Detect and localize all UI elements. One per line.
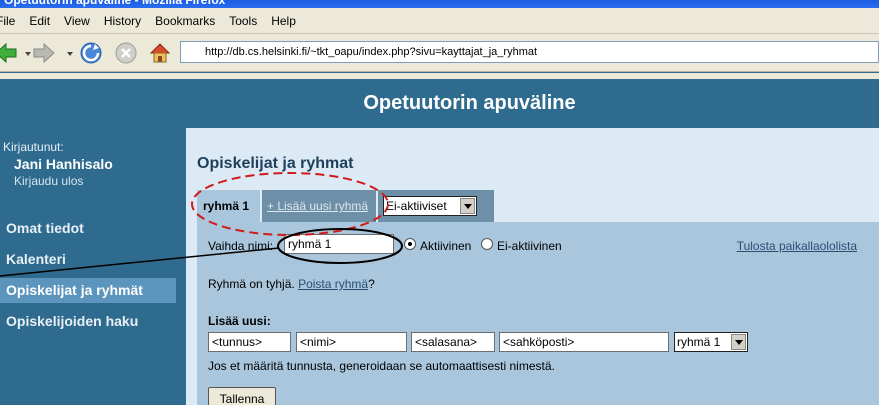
add-group-tab[interactable]: + Lisää uusi ryhmä <box>260 190 376 222</box>
group-name-input[interactable]: ryhmä 1 <box>284 234 394 254</box>
username-hint: Jos et määritä tunnusta, generoidaan se … <box>208 359 555 373</box>
browser-window: Opetuutorin apuväline - Mozilla Firefox … <box>0 0 879 405</box>
logged-in-label: Kirjautunut: <box>3 140 64 154</box>
inactive-groups-select[interactable]: Ei-aktiiviset <box>383 196 477 216</box>
menu-edit[interactable]: Edit <box>29 14 50 28</box>
delete-group-link[interactable]: Poista ryhmä <box>298 277 368 291</box>
username-field[interactable]: <tunnus> <box>208 332 291 352</box>
menu-bookmarks[interactable]: Bookmarks <box>155 14 215 28</box>
save-button[interactable]: Tallenna <box>208 387 276 405</box>
group-panel: Vaihda nimi: ryhmä 1 Aktiivinen Ei-aktii… <box>197 222 879 405</box>
sidebar-item-omat-tiedot[interactable]: Omat tiedot <box>0 216 176 241</box>
new-student-group-value: ryhmä 1 <box>677 335 721 349</box>
inactive-radio[interactable] <box>481 238 493 250</box>
sidebar: Kirjautunut: Jani Hanhisalo Kirjaudu ulo… <box>0 128 186 405</box>
page-title: Opiskelijat ja ryhmat <box>197 155 354 172</box>
chevron-down-icon <box>731 334 746 350</box>
empty-group-message: Ryhmä on tyhjä. <box>208 277 295 291</box>
new-student-group-select[interactable]: ryhmä 1 <box>674 332 748 352</box>
active-radio-label: Aktiivinen <box>420 239 472 253</box>
tab-group-1[interactable]: ryhmä 1 <box>197 190 260 222</box>
add-new-label: Lisää uusi: <box>208 314 271 328</box>
forward-arrow-icon[interactable] <box>32 41 56 65</box>
menu-help[interactable]: Help <box>271 14 296 28</box>
user-name: Jani Hanhisalo <box>14 156 113 172</box>
logout-link[interactable]: Kirjaudu ulos <box>14 174 83 188</box>
name-field[interactable]: <nimi> <box>296 332 407 352</box>
password-field[interactable]: <salasana> <box>411 332 495 352</box>
main-content: Opiskelijat ja ryhmat ryhmä 1 + Lisää uu… <box>186 128 879 405</box>
inactive-radio-label: Ei-aktiivinen <box>497 239 562 253</box>
sidebar-item-opiskelijoiden-haku[interactable]: Opiskelijoiden haku <box>0 309 176 334</box>
sidebar-item-opiskelijat-ja-ryhmat[interactable]: Opiskelijat ja ryhmät <box>0 278 176 303</box>
inactive-groups-select-value: Ei-aktiiviset <box>386 199 447 213</box>
empty-group-text: Ryhmä on tyhjä. Poista ryhmä? <box>208 277 375 291</box>
question-mark: ? <box>368 277 375 291</box>
app-title: Opetuutorin apuväline <box>0 79 879 128</box>
menu-file[interactable]: File <box>0 14 15 28</box>
print-attendance-link[interactable]: Tulosta paikallaololista <box>737 239 857 253</box>
sidebar-item-kalenteri[interactable]: Kalenteri <box>0 247 176 272</box>
inactive-groups-tab: Ei-aktiiviset <box>378 190 494 222</box>
rename-label: Vaihda nimi: <box>208 239 274 253</box>
chevron-down-icon <box>460 198 475 214</box>
email-field[interactable]: <sahköposti> <box>499 332 669 352</box>
menu-view[interactable]: View <box>64 14 90 28</box>
stop-icon[interactable] <box>114 41 138 65</box>
active-radio[interactable] <box>404 238 416 250</box>
menu-bar: File Edit View History Bookmarks Tools H… <box>0 8 879 34</box>
reload-icon[interactable] <box>79 41 103 65</box>
menu-history[interactable]: History <box>104 14 141 28</box>
window-title: Opetuutorin apuväline - Mozilla Firefox <box>0 0 879 8</box>
address-bar[interactable]: http://db.cs.helsinki.fi/~tkt_oapu/index… <box>180 41 879 63</box>
menu-tools[interactable]: Tools <box>229 14 257 28</box>
home-icon[interactable] <box>148 41 172 65</box>
